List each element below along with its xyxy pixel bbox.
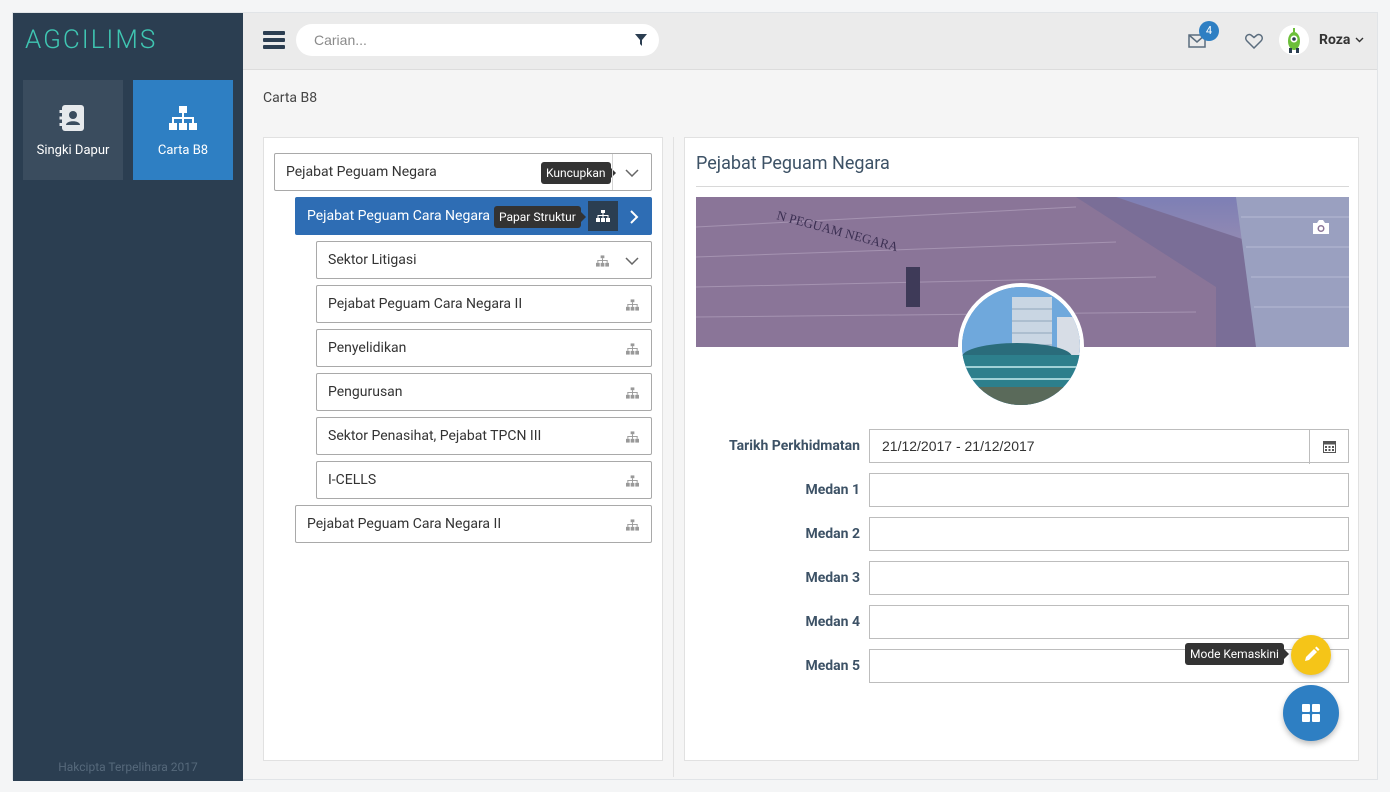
calendar-icon <box>1323 441 1336 453</box>
org-chart-icon[interactable] <box>626 519 639 531</box>
form-row-medan-1: Medan 1 <box>696 473 1349 507</box>
tree-node-child[interactable]: Pejabat Peguam Cara Negara II <box>316 285 652 323</box>
service-date-input[interactable]: 21/12/2017 - 21/12/2017 <box>869 429 1349 464</box>
tree-node-label: I-CELLS <box>328 472 377 488</box>
title-divider <box>696 186 1349 187</box>
tree-node-child[interactable]: Sektor Penasihat, Pejabat TPCN III <box>316 417 652 455</box>
tree-node-label: Pejabat Peguam Cara Negara <box>307 208 491 224</box>
form-row-medan-4: Medan 4 <box>696 605 1349 639</box>
show-structure-button[interactable] <box>588 201 618 231</box>
field-label: Medan 4 <box>805 614 860 630</box>
panel-divider <box>673 137 674 777</box>
detail-title: Pejabat Peguam Negara <box>696 153 890 174</box>
app-logo[interactable]: AGCILIMS <box>25 25 157 55</box>
pencil-icon <box>1305 646 1320 661</box>
heart-icon[interactable] <box>1245 33 1263 49</box>
search-input[interactable] <box>314 31 614 49</box>
filter-icon[interactable] <box>635 34 647 46</box>
org-chart-icon[interactable] <box>626 343 639 355</box>
tree-node-label: Sektor Penasihat, Pejabat TPCN III <box>328 428 542 444</box>
tree-node-child[interactable]: I-CELLS <box>316 461 652 499</box>
user-name[interactable]: Roza <box>1319 32 1350 48</box>
field-label: Medan 1 <box>805 482 860 498</box>
medan-1-input[interactable] <box>869 473 1349 507</box>
org-chart-icon[interactable] <box>626 475 639 487</box>
form-row-service-date: Tarikh Perkhidmatan 21/12/2017 - 21/12/2… <box>696 429 1349 464</box>
chevron-down-icon[interactable] <box>625 257 639 265</box>
menu-toggle-icon[interactable] <box>263 31 285 51</box>
org-chart-icon[interactable] <box>626 431 639 443</box>
detail-panel: Pejabat Peguam Negara N PEGUAM NEGARA Ta… <box>684 137 1359 761</box>
tree-node-sibling[interactable]: Pejabat Peguam Cara Negara II <box>295 505 652 543</box>
edit-mode-button[interactable] <box>1291 635 1331 675</box>
grid-icon <box>1302 704 1320 722</box>
chevron-down-icon[interactable] <box>625 169 639 177</box>
sidebar: AGCILIMS Singki Dapur Carta B8 Hakcipta … <box>13 13 243 781</box>
field-value: 21/12/2017 - 21/12/2017 <box>882 438 1035 454</box>
calendar-button[interactable] <box>1309 430 1348 464</box>
avatar[interactable] <box>1279 25 1309 55</box>
org-chart-icon[interactable] <box>626 387 639 399</box>
sidebar-item-carta-b8[interactable]: Carta B8 <box>133 80 233 180</box>
tree-node-label: Pejabat Peguam Cara Negara II <box>307 516 502 532</box>
form-row-medan-3: Medan 3 <box>696 561 1349 595</box>
profile-image[interactable] <box>958 283 1084 409</box>
tree-node-label: Pengurusan <box>328 384 403 400</box>
tree-node-active[interactable]: Pejabat Peguam Cara Negara Papar Struktu… <box>295 197 652 235</box>
address-book-icon <box>59 104 84 131</box>
tree-node-label: Pejabat Peguam Negara <box>286 164 437 180</box>
breadcrumb: Carta B8 <box>263 90 318 106</box>
sidebar-item-label: Singki Dapur <box>36 142 110 158</box>
chevron-right-icon[interactable] <box>630 210 639 224</box>
camera-icon[interactable] <box>1311 219 1331 235</box>
medan-4-input[interactable] <box>869 605 1349 639</box>
show-structure-tooltip: Papar Struktur <box>494 206 586 228</box>
tree-node-label: Pejabat Peguam Cara Negara II <box>328 296 523 312</box>
tree-node-child[interactable]: Pengurusan <box>316 373 652 411</box>
org-chart-icon[interactable] <box>626 299 639 311</box>
tree-node-child[interactable]: Sektor Litigasi <box>316 241 652 279</box>
field-label: Medan 2 <box>805 526 860 542</box>
tree-node-root[interactable]: Pejabat Peguam Negara Kuncupkan <box>274 153 652 191</box>
org-chart-icon[interactable] <box>596 255 609 267</box>
sidebar-item-label: Carta B8 <box>157 142 209 158</box>
medan-3-input[interactable] <box>869 561 1349 595</box>
edit-mode-tooltip: Mode Kemaskini <box>1185 643 1289 665</box>
tree-node-label: Sektor Litigasi <box>328 252 417 268</box>
form-row-medan-2: Medan 2 <box>696 517 1349 551</box>
copyright-text: Hakcipta Terpelihara 2017 <box>58 760 198 774</box>
user-avatar-icon <box>1279 25 1309 55</box>
sidebar-item-singki-dapur[interactable]: Singki Dapur <box>23 80 123 180</box>
org-chart-icon <box>596 210 610 222</box>
app-frame: AGCILIMS Singki Dapur Carta B8 Hakcipta … <box>12 12 1378 781</box>
chevron-down-icon[interactable] <box>1355 37 1364 43</box>
building-thumbnail <box>962 287 1080 405</box>
tree-node-child[interactable]: Penyelidikan <box>316 329 652 367</box>
field-label: Medan 5 <box>805 658 860 674</box>
search-bar <box>296 24 659 56</box>
tree-node-label: Penyelidikan <box>328 340 407 356</box>
org-tree-panel: Pejabat Peguam Negara Kuncupkan Pejabat … <box>263 137 663 761</box>
field-label: Medan 3 <box>805 570 860 586</box>
collapse-tooltip: Kuncupkan <box>541 162 615 184</box>
actions-menu-button[interactable] <box>1283 685 1339 741</box>
topbar: 4 Roza <box>243 13 1377 70</box>
field-label: Tarikh Perkhidmatan <box>729 438 860 454</box>
org-chart-icon <box>169 105 197 130</box>
medan-2-input[interactable] <box>869 517 1349 551</box>
mail-count-badge: 4 <box>1199 21 1219 41</box>
